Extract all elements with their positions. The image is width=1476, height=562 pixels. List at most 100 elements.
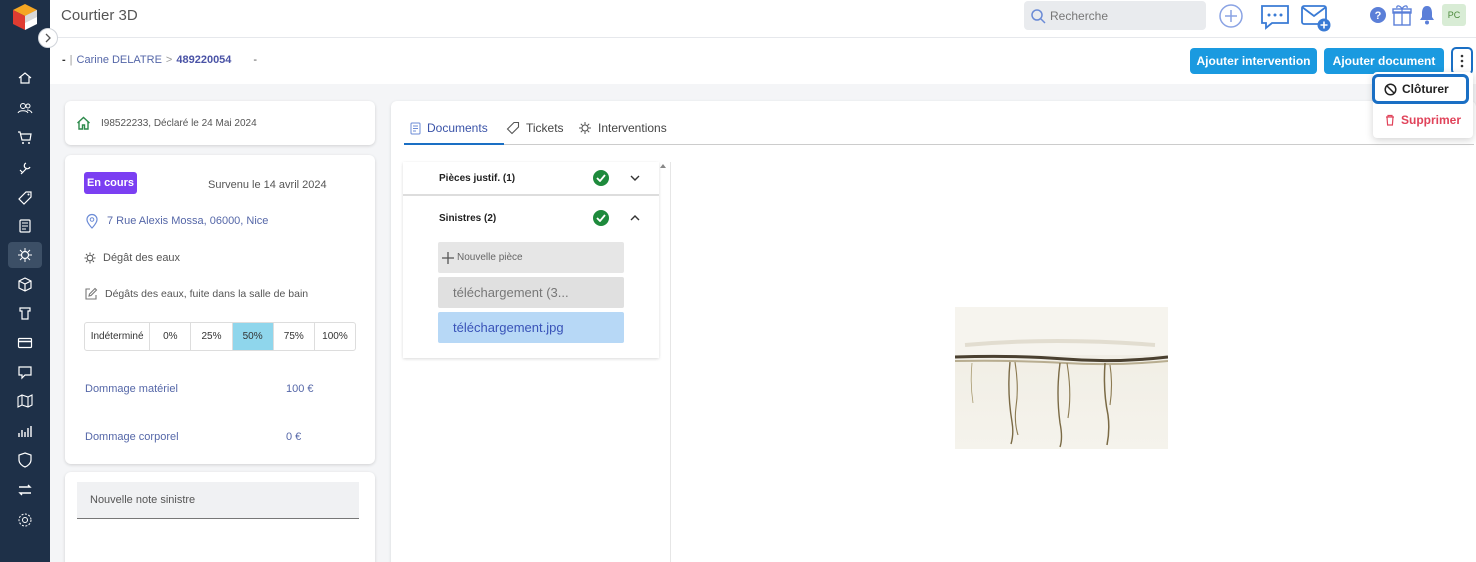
add-button[interactable]: [1218, 3, 1244, 29]
mail-plus-icon: [1301, 5, 1331, 32]
sidebar-item-tools[interactable]: [8, 155, 42, 181]
sidebar-item-tags[interactable]: [8, 185, 42, 211]
sidebar-item-map[interactable]: [8, 388, 42, 414]
tab-documents[interactable]: Documents: [410, 121, 488, 135]
bodily-damage-label: Dommage corporel: [85, 431, 179, 443]
chevron-right-icon: [45, 33, 51, 43]
sidebar-item-payments[interactable]: [8, 330, 42, 356]
sidebar-item-stats[interactable]: [8, 418, 42, 444]
claim-address[interactable]: 7 Rue Alexis Mossa, 06000, Nice: [107, 215, 268, 227]
claim-reference-card: I98522233, Déclaré le 24 Mai 2024: [65, 101, 375, 145]
tab-tickets-label: Tickets: [526, 121, 564, 135]
credit-card-icon: [17, 337, 33, 349]
file-item[interactable]: téléchargement (3...: [438, 277, 624, 308]
document-preview-image[interactable]: [955, 307, 1168, 449]
cart-icon: [18, 131, 32, 144]
tag-icon: [18, 191, 32, 205]
sidebar-item-home[interactable]: [8, 65, 42, 91]
responsibility-option-selected[interactable]: 50%: [232, 323, 274, 350]
sidebar-item-contracts[interactable]: [8, 213, 42, 239]
add-file-button[interactable]: Nouvelle pièce: [438, 242, 624, 273]
sidebar-item-support[interactable]: [8, 359, 42, 385]
gear-virus-icon: [84, 252, 96, 264]
breadcrumb-separator: >: [165, 54, 173, 66]
add-document-button[interactable]: Ajouter document: [1324, 48, 1444, 74]
breadcrumb-client[interactable]: Carine DELATRE: [77, 54, 162, 66]
tab-tickets[interactable]: Tickets: [506, 121, 564, 135]
search-box[interactable]: Recherche: [1024, 1, 1206, 30]
gifts-button[interactable]: [1392, 4, 1412, 26]
group-header-sinistres[interactable]: Sinistres (2): [403, 202, 659, 234]
home-icon: [18, 72, 32, 84]
add-file-label: Nouvelle pièce: [457, 252, 523, 263]
plus-icon: [442, 251, 454, 264]
notifications-button[interactable]: [1418, 5, 1436, 25]
tab-bar: Documents Tickets Interventions: [404, 118, 1474, 145]
menu-item-close[interactable]: Clôturer: [1372, 74, 1469, 104]
claim-type-row: Dégât des eaux: [84, 252, 180, 264]
breadcrumb-number: 489220054: [176, 54, 232, 66]
tag-icon: [506, 121, 520, 135]
add-intervention-button[interactable]: Ajouter intervention: [1190, 48, 1317, 74]
sidebar-item-claims[interactable]: [8, 242, 42, 268]
file-item-selected[interactable]: téléchargement.jpg: [438, 312, 624, 343]
tab-interventions-label: Interventions: [598, 121, 667, 135]
tools-icon: [579, 122, 591, 134]
responsibility-option[interactable]: 100%: [315, 323, 355, 350]
document-icon: [19, 219, 31, 233]
sidebar-item-packages[interactable]: [8, 271, 42, 297]
home-icon: [77, 116, 90, 130]
breadcrumb-dash-2: -: [253, 54, 258, 66]
new-note-input[interactable]: Nouvelle note sinistre: [77, 482, 359, 519]
shirt-icon: [19, 307, 31, 320]
responsibility-option[interactable]: 75%: [274, 323, 315, 350]
sidebar-item-garments[interactable]: [8, 300, 42, 326]
chat-bubble-icon: [1261, 5, 1289, 30]
search-input[interactable]: Recherche: [1050, 9, 1108, 23]
plus-circle-icon: [1219, 4, 1243, 28]
user-avatar[interactable]: PC: [1442, 4, 1466, 26]
check-circle-icon: [593, 210, 609, 226]
group-title: Pièces justif. (1): [439, 172, 516, 184]
occurred-date: Survenu le 14 avril 2024: [208, 179, 327, 191]
breadcrumb-pipe: |: [69, 54, 73, 66]
more-actions-button[interactable]: [1451, 47, 1473, 75]
search-icon: [1031, 8, 1046, 24]
help-button[interactable]: ?: [1369, 6, 1387, 24]
responsibility-option[interactable]: 0%: [150, 323, 192, 350]
tab-interventions[interactable]: Interventions: [578, 121, 667, 135]
sidebar-item-contacts[interactable]: [8, 95, 42, 121]
ban-icon: [1384, 82, 1397, 96]
sidebar-toggle-button[interactable]: [38, 28, 58, 48]
trash-icon: [1386, 114, 1394, 126]
gift-icon: [1392, 5, 1412, 26]
sidebar-item-cart[interactable]: [8, 125, 42, 151]
help-icon: ?: [1370, 7, 1386, 23]
box-icon: [18, 277, 32, 292]
scroll-up-arrow-icon[interactable]: [660, 163, 666, 169]
sidebar: [0, 0, 58, 562]
sidebar-item-settings[interactable]: [8, 507, 42, 533]
responsibility-option[interactable]: 25%: [191, 323, 233, 350]
documents-panel: Documents Tickets Interventions Pièces j…: [391, 101, 1476, 562]
document-groups: Pièces justif. (1) Sinistres (2) Nouvell…: [403, 162, 659, 358]
breadcrumb-dash: -: [62, 54, 66, 66]
settings-icon: [18, 513, 32, 527]
claim-details-card: En cours Survenu le 14 avril 2024 7 Rue …: [65, 155, 375, 464]
material-damage-label: Dommage matériel: [85, 383, 178, 395]
status-badge: En cours: [84, 172, 137, 194]
menu-item-delete[interactable]: Supprimer: [1373, 106, 1473, 134]
active-tab-indicator: [404, 143, 504, 145]
edit-icon: [85, 287, 98, 300]
document-icon: [410, 122, 421, 134]
responsibility-option[interactable]: Indéterminé: [85, 323, 151, 350]
new-mail-button[interactable]: [1300, 3, 1332, 33]
transfer-icon: [18, 484, 32, 496]
group-header-justificatifs[interactable]: Pièces justif. (1): [403, 162, 659, 194]
claim-description: Dégâts des eaux, fuite dans la salle de …: [105, 288, 309, 300]
address-row: 7 Rue Alexis Mossa, 06000, Nice: [84, 213, 268, 229]
sidebar-item-transfers[interactable]: [8, 477, 42, 503]
sidebar-item-security[interactable]: [8, 447, 42, 473]
location-pin-icon: [86, 213, 98, 229]
messages-button[interactable]: [1260, 3, 1290, 31]
